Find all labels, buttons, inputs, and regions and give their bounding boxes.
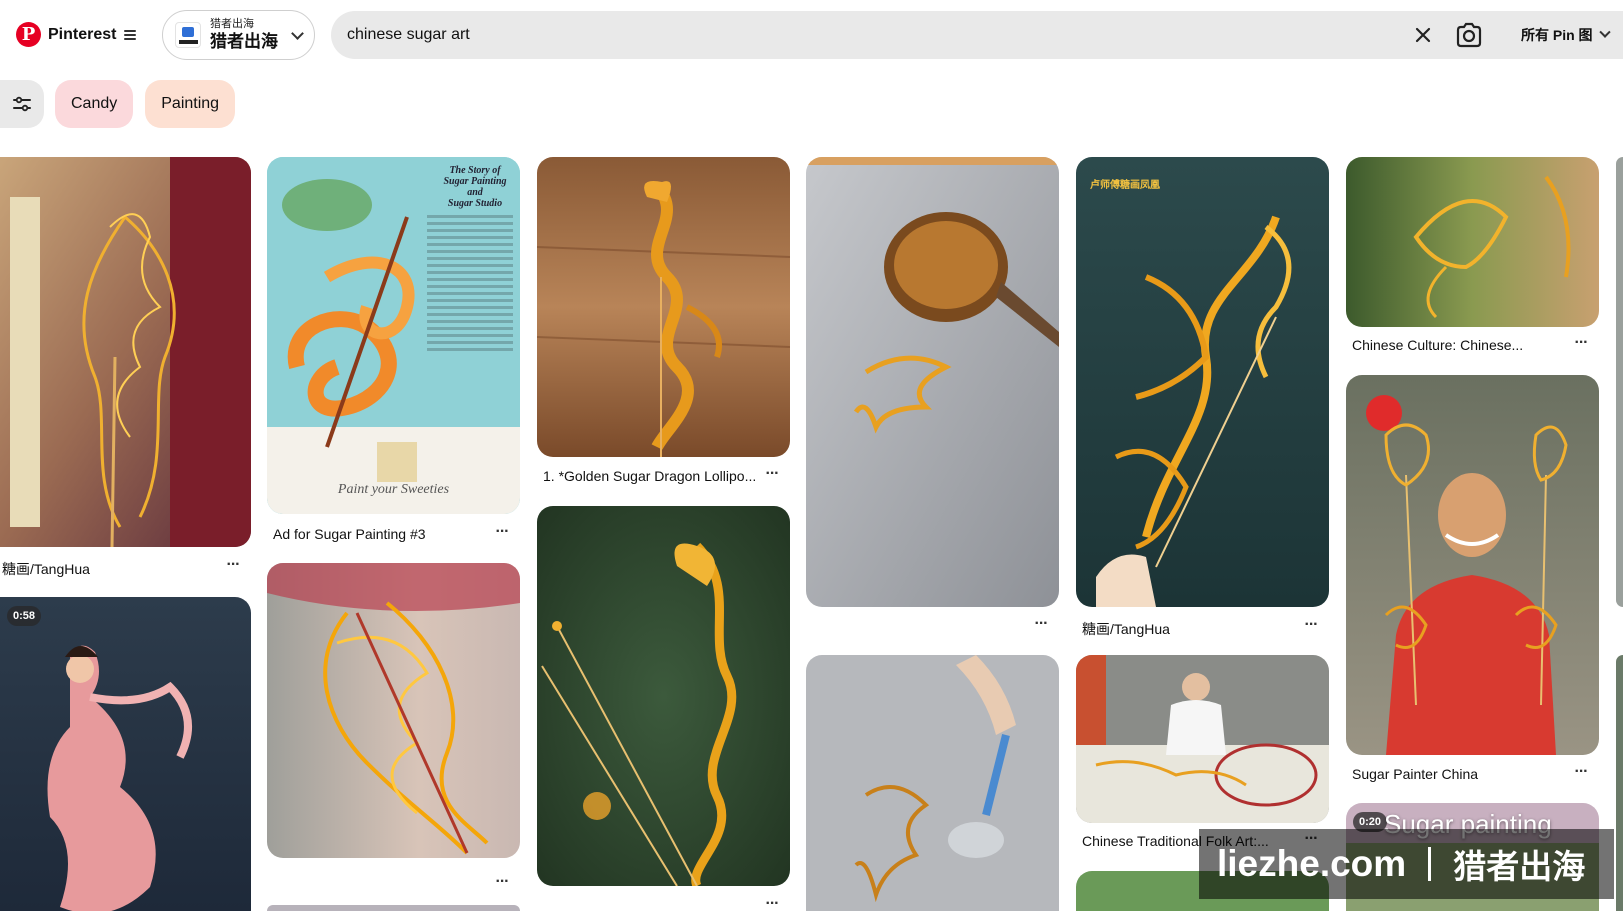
pin-card[interactable]: 卢师傅糖画凤凰 糖画/TangHua ··· <box>1076 157 1329 637</box>
brand-label: Pinterest <box>48 25 117 43</box>
pin-corner-text: 卢师傅糖画凤凰 <box>1090 180 1160 191</box>
watermark-divider <box>1428 847 1432 881</box>
account-switcher[interactable]: 猎者出海 猎者出海 <box>162 10 315 60</box>
pin-image[interactable]: 卢师傅糖画凤凰 <box>1076 157 1329 607</box>
pin-image[interactable] <box>806 655 1059 911</box>
pin-card[interactable] <box>1616 655 1623 911</box>
pin-image[interactable] <box>0 157 251 547</box>
chip-candy[interactable]: Candy <box>55 80 134 128</box>
watermark-site: liezhe.com <box>1217 843 1407 884</box>
watermark-banner: liezhe.com 猎者出海 <box>1199 829 1614 899</box>
account-name: 猎者出海 <box>210 32 278 52</box>
camera-search-icon[interactable] <box>1455 22 1483 48</box>
more-options-icon[interactable]: ··· <box>1571 335 1591 352</box>
pin-card[interactable]: Sugar Painter China ··· <box>1346 375 1599 795</box>
more-options-icon[interactable]: ··· <box>762 466 782 483</box>
pin-image[interactable] <box>267 563 520 858</box>
pin-image[interactable]: The Story of Sugar Painting and Sugar St… <box>267 157 520 514</box>
pin-card[interactable] <box>1616 157 1623 607</box>
pin-card[interactable]: ··· <box>267 563 520 893</box>
pin-card[interactable]: ··· <box>806 157 1059 637</box>
pinterest-logo-icon: P <box>16 22 41 47</box>
search-input[interactable] <box>347 11 1347 59</box>
search-bar: 所有 Pin 图 <box>331 11 1623 59</box>
more-options-icon[interactable]: ··· <box>762 896 782 911</box>
more-options-icon[interactable]: ··· <box>1571 764 1591 781</box>
close-icon[interactable] <box>1411 23 1435 47</box>
pin-image[interactable] <box>537 157 790 457</box>
sliders-icon <box>13 96 31 112</box>
pin-card[interactable]: ··· <box>537 506 790 911</box>
filter-settings-button[interactable] <box>0 80 44 128</box>
card-heading-line: Sugar Painting <box>443 176 507 187</box>
filter-bar: Candy Painting <box>0 80 236 128</box>
pin-card[interactable]: Chinese Culture: Chinese... ··· <box>1346 157 1599 357</box>
pin-video-thumbnail[interactable]: 0:58 <box>0 597 251 911</box>
pin-image[interactable] <box>806 157 1059 607</box>
chip-painting[interactable]: Painting <box>145 80 236 128</box>
pinterest-home-link[interactable]: P Pinterest <box>16 22 137 47</box>
card-footer-text: Paint your Sweeties <box>337 482 450 497</box>
pin-image[interactable] <box>267 905 520 911</box>
pin-title[interactable]: Chinese Culture: Chinese... <box>1352 337 1552 353</box>
watermark-brand: 猎者出海 <box>1453 848 1586 885</box>
more-options-icon[interactable]: ··· <box>492 874 512 891</box>
top-bar: P Pinterest 猎者出海 猎者出海 所有 Pin 图 <box>0 0 1623 72</box>
pin-scope-label: 所有 Pin 图 <box>1521 27 1593 43</box>
pin-card[interactable] <box>806 655 1059 911</box>
pin-card[interactable]: 1. *Golden Sugar Dragon Lollipo... ··· <box>537 157 790 497</box>
pin-card[interactable]: The Story of Sugar Painting and Sugar St… <box>267 157 520 547</box>
pin-image[interactable] <box>537 506 790 886</box>
pin-image[interactable] <box>1616 157 1623 607</box>
account-avatar <box>175 22 201 48</box>
pin-title[interactable]: 1. *Golden Sugar Dragon Lollipo... <box>543 468 758 484</box>
more-options-icon[interactable]: ··· <box>1031 616 1051 633</box>
chevron-down-icon <box>1598 26 1611 38</box>
menu-icon[interactable] <box>124 29 137 40</box>
more-options-icon[interactable]: ··· <box>492 524 512 541</box>
pin-scope-dropdown[interactable]: 所有 Pin 图 <box>1521 11 1611 59</box>
pin-card[interactable]: 0:58 <box>0 597 251 911</box>
pin-title[interactable]: Ad for Sugar Painting #3 <box>273 526 483 542</box>
pin-card[interactable]: 糖画/TangHua ··· <box>0 157 251 577</box>
pin-title[interactable]: 糖画/TangHua <box>2 559 202 579</box>
pin-card[interactable] <box>267 905 520 911</box>
chevron-down-icon <box>291 27 304 40</box>
more-options-icon[interactable]: ··· <box>1301 617 1321 634</box>
pin-image[interactable] <box>1346 157 1599 327</box>
pin-title[interactable]: 糖画/TangHua <box>1082 619 1282 639</box>
pin-image[interactable] <box>1076 655 1329 823</box>
pin-title[interactable]: Sugar Painter China <box>1352 766 1552 782</box>
card-heading-line: Sugar Studio <box>447 198 503 209</box>
pin-card[interactable]: Chinese Traditional Folk Art:... ··· <box>1076 655 1329 855</box>
account-subtitle: 猎者出海 <box>210 17 254 30</box>
pin-image[interactable] <box>1346 375 1599 755</box>
pin-image[interactable] <box>1616 655 1623 911</box>
card-heading-line: The Story of <box>449 165 501 176</box>
card-heading-line: and <box>467 187 483 198</box>
more-options-icon[interactable]: ··· <box>223 557 243 574</box>
video-duration-badge: 0:58 <box>7 606 42 626</box>
